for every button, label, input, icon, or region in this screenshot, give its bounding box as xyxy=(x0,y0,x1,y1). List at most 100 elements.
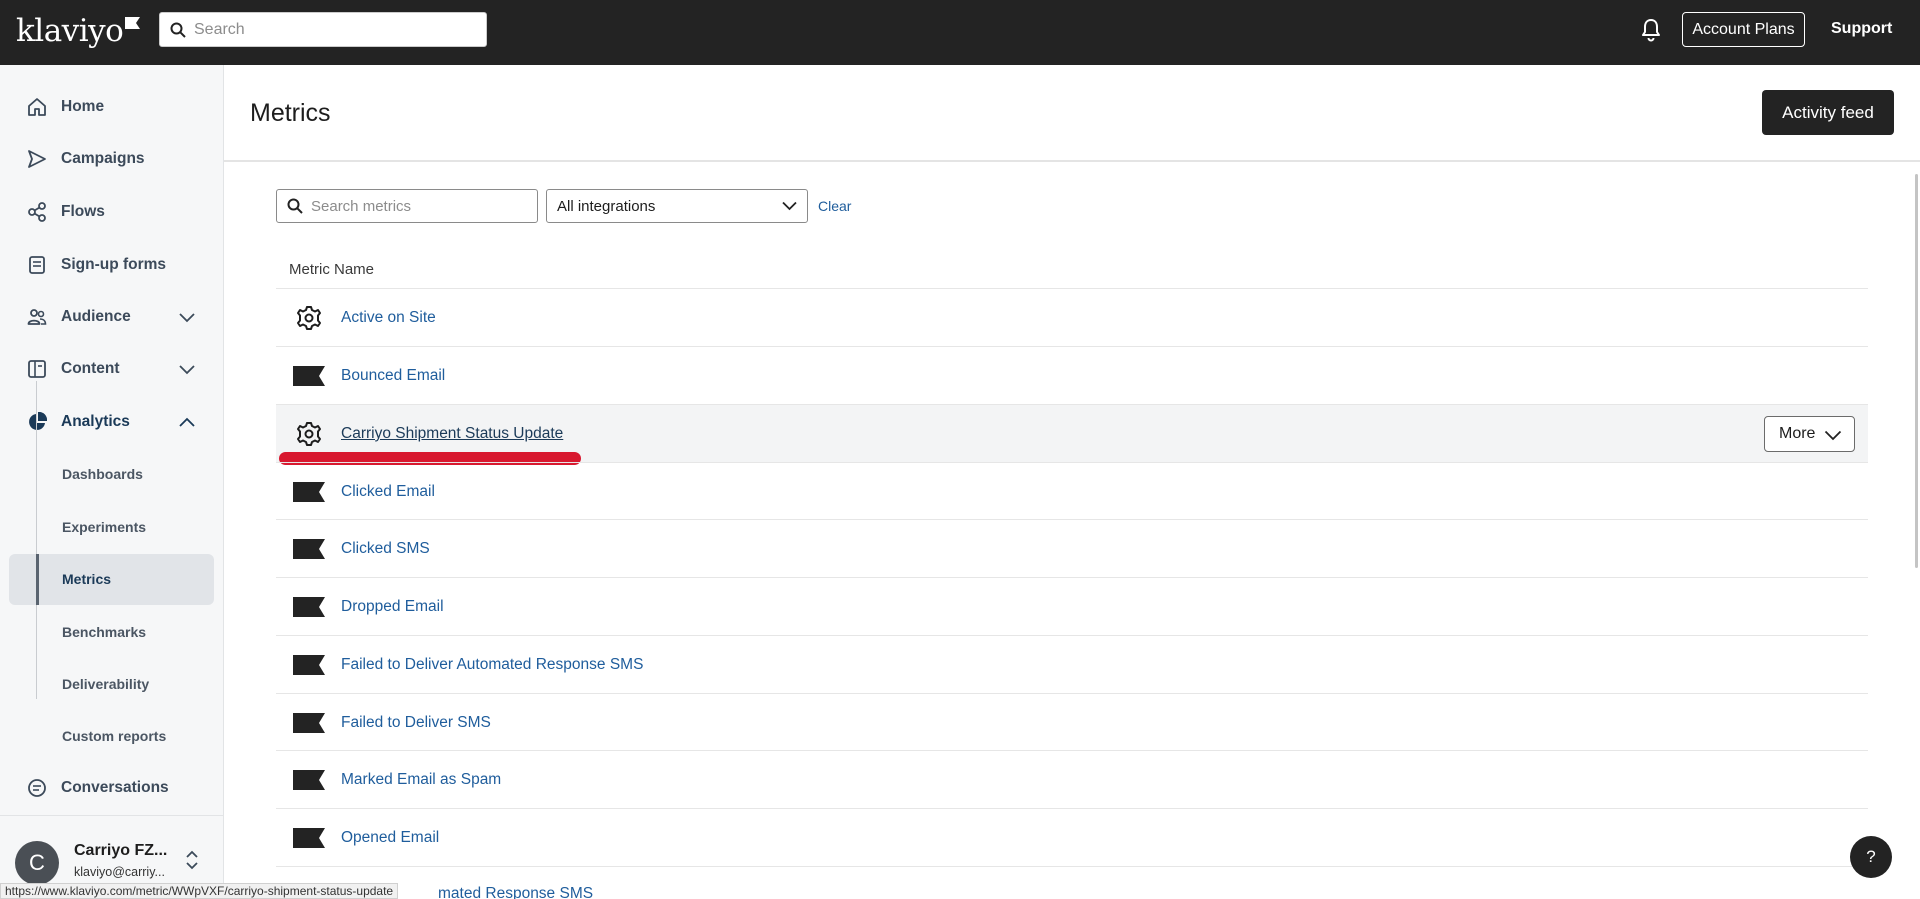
chevron-up-icon xyxy=(179,417,195,427)
send-icon xyxy=(28,150,46,168)
sidebar-item-conversations[interactable]: Conversations xyxy=(0,768,224,808)
integration-filter-select[interactable]: All integrations xyxy=(546,189,808,223)
metric-search-input[interactable] xyxy=(311,197,531,215)
top-bar: klaviyo Account Plans Support xyxy=(0,0,1920,65)
metric-search[interactable] xyxy=(276,189,538,223)
klaviyo-flag-icon xyxy=(293,655,325,675)
sidebar-item-campaigns[interactable]: Campaigns xyxy=(0,139,224,179)
integration-filter-value: All integrations xyxy=(557,197,656,215)
metric-link[interactable]: Carriyo Shipment Status Update xyxy=(341,425,563,443)
table-row[interactable]: Bounced Email xyxy=(276,346,1868,404)
sidebar-item-label: Audience xyxy=(61,308,131,325)
metric-link[interactable]: Clicked SMS xyxy=(341,540,430,558)
content-icon xyxy=(28,360,46,378)
table-row[interactable]: Clicked Email xyxy=(276,462,1868,520)
logo-flag-icon xyxy=(125,17,141,29)
header-divider xyxy=(224,160,1920,162)
home-icon xyxy=(28,98,46,116)
sidebar-divider xyxy=(0,815,223,816)
table-row[interactable]: Dropped Email xyxy=(276,577,1868,635)
klaviyo-flag-icon xyxy=(293,713,325,733)
sidebar-item-label: Content xyxy=(61,360,120,377)
klaviyo-flag-icon xyxy=(293,366,325,386)
scrollbar[interactable] xyxy=(1915,174,1918,568)
account-plans-button[interactable]: Account Plans xyxy=(1682,12,1805,47)
metric-link[interactable]: Active on Site xyxy=(341,309,436,327)
klaviyo-logo[interactable]: klaviyo xyxy=(16,13,141,49)
gear-icon xyxy=(297,422,321,446)
chevron-down-icon xyxy=(1824,430,1842,441)
klaviyo-flag-icon xyxy=(293,539,325,559)
sidebar-sub-deliverability[interactable]: Deliverability xyxy=(62,676,149,692)
klaviyo-flag-icon xyxy=(293,597,325,617)
sidebar-item-label: Analytics xyxy=(61,413,130,430)
analytics-icon xyxy=(29,412,47,430)
account-name[interactable]: Carriyo FZ... xyxy=(74,842,167,860)
bell-icon[interactable] xyxy=(1640,18,1662,42)
sidebar-item-label: Flows xyxy=(61,203,105,220)
chat-icon xyxy=(28,779,46,797)
klaviyo-flag-icon xyxy=(293,828,325,848)
sidebar-sub-dashboards[interactable]: Dashboards xyxy=(62,466,143,482)
metric-link[interactable]: Bounced Email xyxy=(341,367,445,385)
more-button[interactable]: More xyxy=(1764,416,1855,452)
table-row[interactable]: Failed to Deliver SMS xyxy=(276,693,1868,751)
logo-text: klaviyo xyxy=(16,13,124,49)
sidebar-sub-custom-reports[interactable]: Custom reports xyxy=(62,728,166,744)
status-bar-url: https://www.klaviyo.com/metric/WWpVXF/ca… xyxy=(0,883,399,899)
clear-filters-link[interactable]: Clear xyxy=(818,198,851,214)
metric-link[interactable]: Failed to Deliver SMS xyxy=(341,714,491,732)
sidebar-item-flows[interactable]: Flows xyxy=(0,192,224,232)
more-button-label: More xyxy=(1779,425,1816,442)
global-search-input[interactable] xyxy=(194,20,474,39)
active-sub-item-highlight xyxy=(9,554,214,605)
metric-link[interactable]: Opened Email xyxy=(341,829,439,847)
klaviyo-flag-icon xyxy=(293,482,325,502)
sidebar: Home Campaigns Flows Sign-up forms Audie… xyxy=(0,65,224,899)
audience-icon xyxy=(27,309,47,325)
account-email: klaviyo@carriy... xyxy=(74,865,165,879)
flows-icon xyxy=(28,202,46,222)
metric-link-partial[interactable]: mated Response SMS xyxy=(438,885,593,899)
sub-nav-rail xyxy=(36,381,37,699)
sidebar-item-label: Sign-up forms xyxy=(61,256,167,273)
chevron-down-icon xyxy=(179,313,195,323)
form-icon xyxy=(29,256,45,274)
metric-link[interactable]: Dropped Email xyxy=(341,598,444,616)
search-icon xyxy=(170,22,186,38)
active-sub-item-marker xyxy=(36,554,39,605)
table-row[interactable]: Opened Email xyxy=(276,808,1868,866)
page-title: Metrics xyxy=(250,99,331,127)
avatar[interactable]: C xyxy=(15,841,59,885)
table-row[interactable]: Active on Site xyxy=(276,288,1868,346)
gear-icon xyxy=(297,306,321,330)
sidebar-item-audience[interactable]: Audience xyxy=(0,297,224,337)
account-switch-icon[interactable] xyxy=(184,848,200,872)
global-search[interactable] xyxy=(159,12,487,47)
sidebar-item-label: Campaigns xyxy=(61,150,145,167)
column-header-metric-name[interactable]: Metric Name xyxy=(289,261,374,278)
sidebar-item-signup-forms[interactable]: Sign-up forms xyxy=(0,245,224,285)
sidebar-item-label: Conversations xyxy=(61,779,169,796)
metric-link[interactable]: Clicked Email xyxy=(341,483,435,501)
metric-link[interactable]: Marked Email as Spam xyxy=(341,771,501,789)
chevron-down-icon xyxy=(782,201,797,211)
chevron-down-icon xyxy=(179,365,195,375)
help-button[interactable]: ? xyxy=(1850,836,1892,878)
sidebar-item-content[interactable]: Content xyxy=(0,349,224,389)
sidebar-item-home[interactable]: Home xyxy=(0,87,224,127)
sidebar-item-analytics[interactable]: Analytics xyxy=(0,402,224,442)
search-icon xyxy=(287,198,303,214)
sidebar-sub-benchmarks[interactable]: Benchmarks xyxy=(62,624,146,640)
metric-link[interactable]: Failed to Deliver Automated Response SMS xyxy=(341,656,643,674)
support-link[interactable]: Support xyxy=(1831,20,1892,38)
klaviyo-flag-icon xyxy=(293,770,325,790)
sidebar-sub-experiments[interactable]: Experiments xyxy=(62,519,146,535)
sidebar-sub-metrics[interactable]: Metrics xyxy=(62,571,111,587)
table-row[interactable]: Failed to Deliver Automated Response SMS xyxy=(276,635,1868,693)
sidebar-item-label: Home xyxy=(61,98,105,115)
activity-feed-button[interactable]: Activity feed xyxy=(1762,90,1894,135)
table-row[interactable]: Clicked SMS xyxy=(276,519,1868,577)
avatar-initial: C xyxy=(29,850,45,875)
table-row[interactable]: Marked Email as Spam xyxy=(276,750,1868,808)
